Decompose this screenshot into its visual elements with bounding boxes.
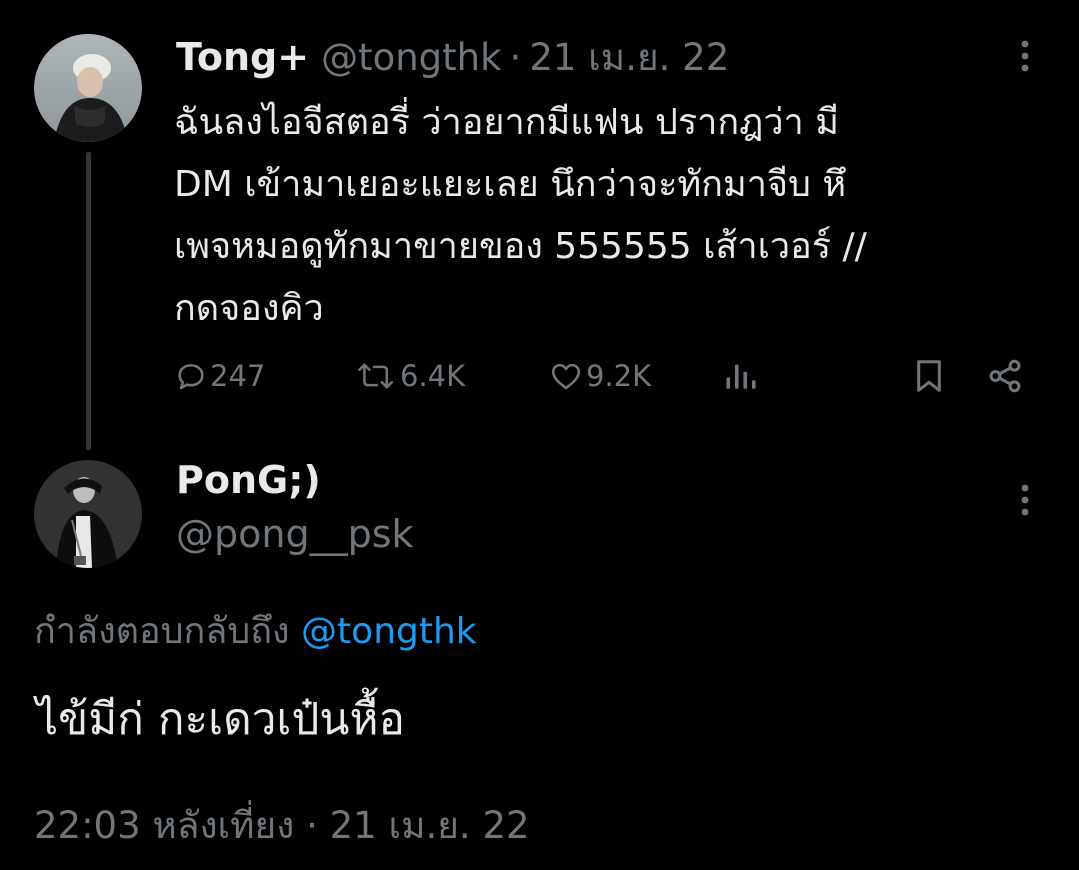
reply-tweet-text: ไข้มีก่ กะเดวเป๋นหื้อ [36, 694, 405, 745]
retweet-button[interactable]: 6.4K [356, 352, 465, 400]
user-handle[interactable]: @tongthk [321, 36, 501, 79]
like-button[interactable]: 9.2K [548, 352, 651, 400]
thread-connector-line [86, 152, 91, 450]
tweet-header: Tong+ @tongthk · 21 เม.ย. 22 [176, 28, 729, 80]
reply-count: 247 [210, 359, 266, 393]
views-icon [722, 359, 762, 393]
pong-avatar[interactable] [34, 460, 142, 568]
reply-button[interactable]: 247 [174, 352, 265, 400]
tong-avatar[interactable] [34, 34, 142, 142]
reply-timestamp: 22:03 หลังเที่ยง · 21 เม.ย. 22 [34, 796, 530, 855]
views-button[interactable] [722, 352, 762, 400]
retweet-icon [356, 359, 398, 393]
reply-user-handle[interactable]: @pong__psk [176, 512, 414, 556]
tweet-text-line: กดจองคิว [174, 288, 324, 329]
replying-to-mention-link[interactable]: @tongthk [301, 611, 477, 652]
replying-to-label: กำลังตอบกลับถึง [34, 611, 290, 652]
heart-icon [548, 359, 584, 393]
tweet-text-line: DM เข้ามาเยอะแยะเลย นึกว่าจะทักมาจีบ หึ [174, 164, 847, 205]
bookmark-icon [910, 357, 948, 395]
share-icon [986, 357, 1024, 395]
bookmark-button[interactable] [910, 352, 948, 400]
reply-display-name[interactable]: PonG;) [176, 458, 321, 502]
reply-date[interactable]: 21 เม.ย. 22 [330, 804, 530, 847]
retweet-count: 6.4K [400, 359, 466, 393]
reply-time[interactable]: 22:03 หลังเที่ยง [34, 804, 294, 847]
separator-dot: · [306, 804, 318, 847]
separator-dot: · [509, 36, 522, 79]
like-count: 9.2K [586, 359, 652, 393]
reply-icon [174, 359, 208, 393]
replying-to-line: กำลังตอบกลับถึง @tongthk [34, 602, 477, 659]
more-vertical-icon[interactable] [1018, 38, 1032, 76]
tweet-text-line: ฉันลงไอจีสตอรี่ ว่าอยากมีแฟน ปรากฎว่า มี [174, 102, 839, 143]
display-name[interactable]: Tong+ [176, 35, 309, 79]
tweet-date[interactable]: 21 เม.ย. 22 [529, 28, 729, 87]
tweet-text: ฉันลงไอจีสตอรี่ ว่าอยากมีแฟน ปรากฎว่า มี… [174, 92, 1054, 340]
tweet-text-line: เพจหมอดูทักมาขายของ 555555 เส้าเวอร์ // [174, 226, 867, 267]
more-vertical-icon[interactable] [1018, 482, 1032, 520]
share-button[interactable] [986, 352, 1024, 400]
